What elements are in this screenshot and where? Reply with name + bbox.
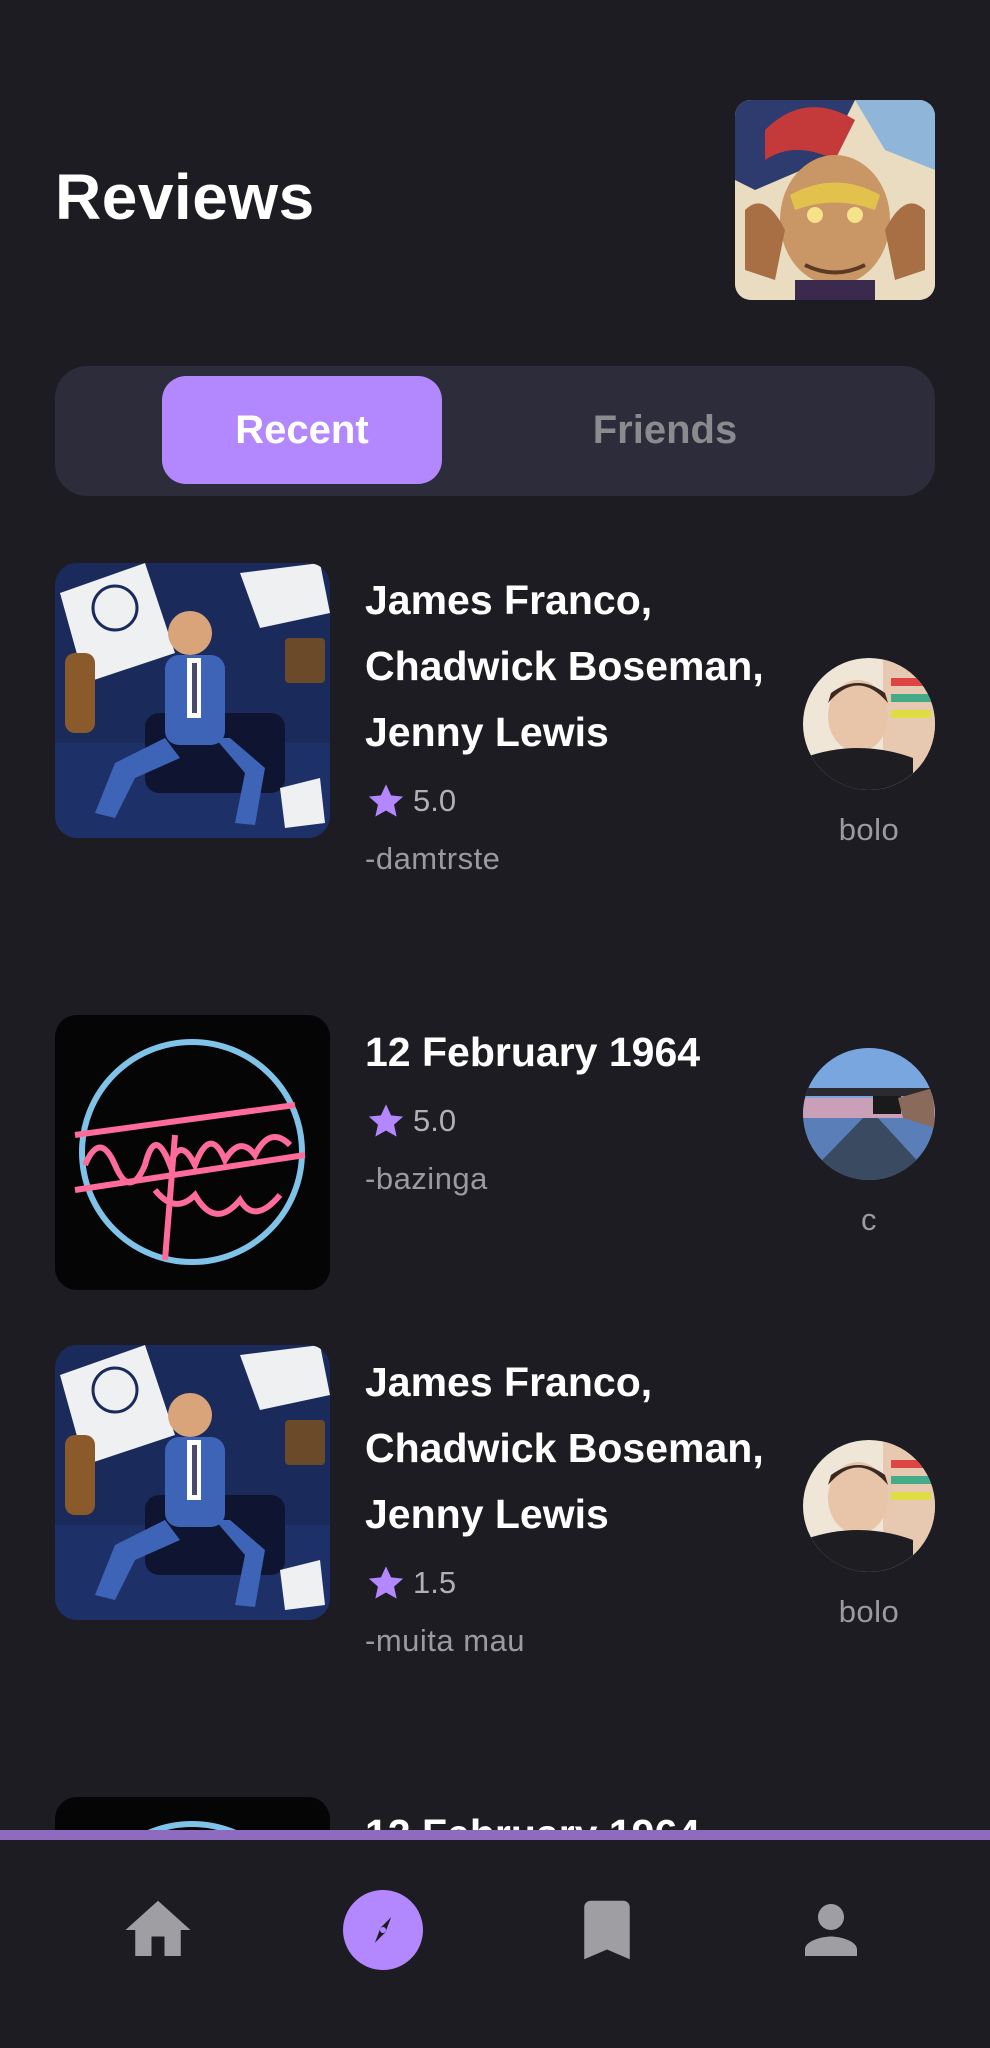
friend-name: bolo — [838, 812, 900, 847]
nav-profile[interactable] — [781, 1880, 881, 1980]
person-icon — [805, 1904, 857, 1956]
compass-icon — [374, 1917, 392, 1943]
review-item[interactable]: 12 February 1964 5.0 -bazinga c — [55, 1015, 935, 1315]
review-content: 12 February 1964 5.0 -bazinga — [365, 1015, 785, 1197]
rating-value: 1.5 — [413, 1565, 457, 1600]
friend-avatar-group[interactable]: c — [803, 1048, 935, 1238]
review-item[interactable]: James Franco, Chadwick Boseman, Jenny Le… — [55, 563, 935, 963]
rating-value: 5.0 — [413, 783, 457, 818]
review-title: James Franco, Chadwick Boseman, Jenny Le… — [365, 577, 764, 755]
review-title: James Franco, Chadwick Boseman, Jenny Le… — [365, 1359, 764, 1537]
friend-avatar-group[interactable]: bolo — [803, 1440, 935, 1630]
rating: 5.0 — [365, 771, 785, 831]
friend-avatar[interactable] — [803, 658, 935, 790]
friend-avatar-group[interactable]: bolo — [803, 658, 935, 848]
rating: 5.0 — [365, 1091, 785, 1151]
star-icon — [368, 1104, 404, 1137]
review-content: James Franco, Chadwick Boseman, Jenny Le… — [365, 563, 785, 877]
album-cover-tonight-show — [55, 1345, 330, 1620]
star-icon — [368, 784, 404, 817]
rating-value: 5.0 — [413, 1103, 457, 1138]
friend-avatar[interactable] — [803, 1048, 935, 1180]
bookmark-icon — [584, 1900, 630, 1960]
nav-home[interactable] — [108, 1880, 208, 1980]
reviewer-name: -muita mau — [365, 1623, 526, 1658]
bottom-nav — [0, 1830, 990, 2048]
review-list: James Franco, Chadwick Boseman, Jenny Le… — [0, 0, 990, 1840]
friend-name: c — [861, 1202, 877, 1237]
nav-saved[interactable] — [557, 1880, 657, 1980]
reviewer-name: -bazinga — [365, 1161, 488, 1196]
review-content: James Franco, Chadwick Boseman, Jenny Le… — [365, 1345, 785, 1659]
friend-name: bolo — [838, 1594, 900, 1629]
album-cover-top-of-the-pops — [55, 1015, 330, 1290]
rating: 1.5 — [365, 1553, 785, 1613]
review-title: 12 February 1964 — [365, 1029, 701, 1075]
app-screen: Reviews Recent Friends James Franco, Cha… — [0, 0, 990, 2048]
reviewer-name: -damtrste — [365, 841, 501, 876]
nav-active-indicator — [343, 1890, 423, 1970]
friend-avatar[interactable] — [803, 1440, 935, 1572]
album-cover-tonight-show — [55, 563, 330, 838]
nav-explore[interactable] — [333, 1880, 433, 1980]
review-item[interactable]: James Franco, Chadwick Boseman, Jenny Le… — [55, 1345, 935, 1745]
star-icon — [368, 1566, 404, 1599]
home-icon — [125, 1900, 191, 1956]
